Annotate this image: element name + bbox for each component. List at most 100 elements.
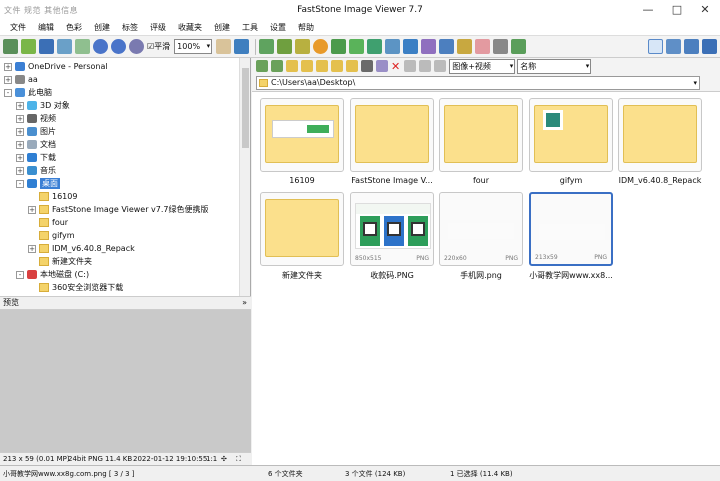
smooth-checkbox[interactable]: ☑平滑	[147, 41, 170, 52]
tree-item[interactable]: 16109	[28, 190, 77, 203]
rotate-left-icon[interactable]	[349, 39, 365, 54]
minimize-icon[interactable]: —	[633, 0, 663, 20]
new-folder-icon[interactable]	[301, 60, 313, 72]
expand-icon[interactable]: +	[16, 101, 24, 110]
compare-icon[interactable]	[385, 39, 401, 54]
fullscreen-icon[interactable]: ⛶	[236, 455, 241, 464]
menu-item[interactable]: 色彩	[60, 22, 88, 33]
refresh-icon[interactable]	[361, 60, 373, 72]
wallpaper-icon[interactable]	[475, 39, 491, 54]
thumbnail-item[interactable]: FastStone Image V...	[350, 98, 434, 186]
menu-item[interactable]: 评级	[144, 22, 172, 33]
maximize-icon[interactable]: □	[662, 0, 692, 20]
collapse-icon[interactable]: »	[242, 297, 247, 309]
tree-item[interactable]: +3D 对象	[16, 99, 70, 112]
tree-item[interactable]: + 图片	[16, 125, 56, 138]
thumbnail-item[interactable]: 213x59 PNG 小哥教学网www.xx8...	[529, 192, 613, 280]
fit-icon[interactable]	[234, 39, 250, 54]
tree-item[interactable]: + 下载	[16, 151, 56, 164]
forward-icon[interactable]	[271, 60, 283, 72]
email-icon[interactable]	[457, 39, 473, 54]
select-all-icon[interactable]	[404, 60, 417, 72]
expand-icon[interactable]: +	[4, 75, 12, 84]
tree-item[interactable]: - 桌面	[16, 177, 60, 190]
brightness-icon[interactable]	[313, 39, 329, 54]
thumbnail-item[interactable]: four	[439, 98, 523, 186]
crop-icon[interactable]	[259, 39, 275, 54]
expand-icon[interactable]: +	[16, 114, 24, 123]
tree-item[interactable]: + 文档	[16, 138, 56, 151]
menu-item[interactable]: 创建	[88, 22, 116, 33]
zoom-select[interactable]: 100% ▾	[174, 39, 213, 54]
rotate-right-icon[interactable]	[367, 39, 383, 54]
thumbnail-item[interactable]: 220x60 PNG 手机网.png	[439, 192, 523, 280]
filter-select[interactable]: 图像+视频 ▾	[449, 58, 516, 74]
menu-item[interactable]: 编辑	[32, 22, 60, 33]
menu-item[interactable]: 设置	[264, 22, 292, 33]
thumbnail-item[interactable]: 16109	[260, 98, 344, 186]
expand-icon[interactable]: +	[16, 166, 24, 175]
copy-to-icon[interactable]	[331, 60, 343, 72]
expand-icon[interactable]: +	[28, 205, 36, 214]
details-icon[interactable]	[419, 60, 432, 72]
collapse-icon[interactable]: -	[4, 88, 12, 97]
rename-icon[interactable]	[376, 60, 388, 72]
settings-icon[interactable]	[684, 39, 699, 54]
scroll-thumb[interactable]	[242, 68, 249, 148]
thumbnail-item[interactable]: gifym	[529, 98, 613, 186]
layout-icon[interactable]	[648, 39, 663, 54]
expand-icon[interactable]: +	[28, 244, 36, 253]
tree-item[interactable]: 新建文件夹	[28, 255, 92, 268]
open-icon[interactable]	[3, 39, 18, 54]
thumbnail-item[interactable]: 850x515 PNG 收款码.PNG	[350, 192, 434, 280]
up-folder-icon[interactable]	[286, 60, 298, 72]
tree-item[interactable]: gifym	[28, 229, 75, 242]
expand-icon[interactable]: +	[16, 153, 24, 162]
tree-item[interactable]: - 此电脑	[4, 86, 52, 99]
expand-icon[interactable]: +	[4, 62, 12, 71]
fit-window-icon[interactable]: ✣	[221, 455, 227, 463]
tree-item[interactable]: + OneDrive - Personal	[4, 60, 108, 73]
monitor-icon[interactable]	[439, 39, 455, 54]
favorites-icon[interactable]	[316, 60, 328, 72]
save-icon[interactable]	[39, 39, 54, 54]
tree-scrollbar[interactable]	[239, 58, 250, 296]
tree-item[interactable]: + 音乐	[16, 164, 56, 177]
list-view-icon[interactable]	[434, 60, 447, 72]
print-icon[interactable]	[493, 39, 509, 54]
adjust-icon[interactable]	[295, 39, 311, 54]
menu-item[interactable]: 收藏夹	[172, 22, 208, 33]
menu-item[interactable]: 标签	[116, 22, 144, 33]
fullscreen-view-icon[interactable]	[702, 39, 717, 54]
menu-item[interactable]: 创建	[208, 22, 236, 33]
thumbnail-item[interactable]: 新建文件夹	[260, 192, 344, 280]
scan-icon[interactable]	[511, 39, 527, 54]
save-as-icon[interactable]	[57, 39, 72, 54]
delete-icon[interactable]: ✕	[391, 60, 400, 73]
fullscreen-icon[interactable]	[403, 39, 419, 54]
expand-icon[interactable]: +	[16, 127, 24, 136]
slideshow-icon[interactable]	[75, 39, 90, 54]
tree-item[interactable]: 360安全浏览器下载	[28, 281, 123, 294]
tree-item[interactable]: + FastStone Image Viewer v7.7绿色便携版	[28, 203, 209, 216]
thumbnail-item[interactable]: IDM_v6.40.8_Repack	[618, 98, 702, 186]
tree-item[interactable]: four	[28, 216, 68, 229]
back-icon[interactable]	[256, 60, 268, 72]
zoom-out-icon[interactable]	[111, 39, 126, 54]
browse-icon[interactable]	[21, 39, 36, 54]
tree-item[interactable]: + aa	[4, 73, 38, 86]
tree-item[interactable]: + IDM_v6.40.8_Repack	[28, 242, 135, 255]
collapse-icon[interactable]: -	[16, 270, 24, 279]
thumbnail-view-icon[interactable]	[666, 39, 681, 54]
path-input[interactable]: C:\Users\aa\Desktop\ ▾	[256, 76, 700, 90]
close-icon[interactable]: ✕	[690, 0, 720, 20]
menu-item[interactable]: 帮助	[292, 22, 320, 33]
expand-icon[interactable]: +	[16, 140, 24, 149]
resize-icon[interactable]	[277, 39, 293, 54]
tag-icon[interactable]	[331, 39, 347, 54]
move-to-icon[interactable]	[346, 60, 358, 72]
actual-size-icon[interactable]	[129, 39, 144, 54]
tree-item[interactable]: + 视频	[16, 112, 56, 125]
batch-icon[interactable]	[421, 39, 437, 54]
collapse-icon[interactable]: -	[16, 179, 24, 188]
